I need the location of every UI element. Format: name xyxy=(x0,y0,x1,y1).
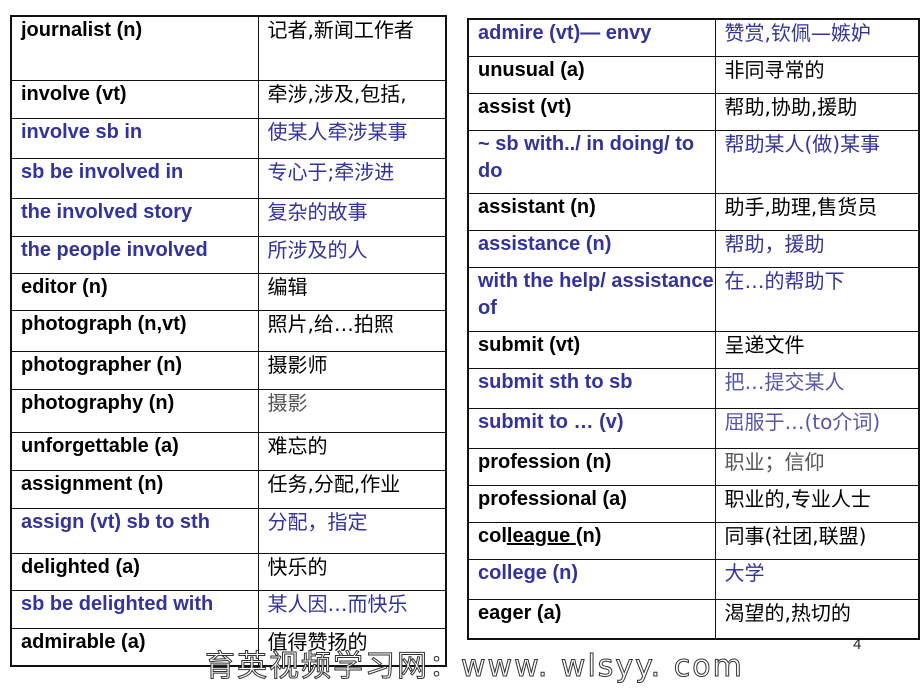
chinese-meaning: 帮助，援助 xyxy=(714,229,920,268)
table-row: eager (a) 渴望的,热切的 xyxy=(467,598,920,640)
chinese-meaning: 快乐的 xyxy=(257,552,447,591)
english-term: involve (vt) xyxy=(10,79,259,119)
english-term: sb be delighted with xyxy=(10,589,259,629)
table-row: the involved story 复杂的故事 xyxy=(10,197,447,237)
table-row: college (n) 大学 xyxy=(467,558,920,600)
table-row: involve sb in 使某人牵涉某事 xyxy=(10,117,447,159)
english-term: submit (vt) xyxy=(467,330,716,369)
chinese-meaning: 编辑 xyxy=(257,272,447,311)
table-row: submit (vt) 呈递文件 xyxy=(467,330,920,369)
table-row: assignment (n) 任务,分配,作业 xyxy=(10,469,447,509)
chinese-meaning: 摄影 xyxy=(257,388,447,433)
english-term: delighted (a) xyxy=(10,552,259,591)
table-row: sb be delighted with 某人因…而快乐 xyxy=(10,589,447,629)
english-term: assign (vt) sb to sth xyxy=(10,507,259,554)
english-term: professional (a) xyxy=(467,484,716,523)
chinese-meaning: 记者,新闻工作者 xyxy=(257,15,447,81)
vocabulary-table-right: admire (vt)— envy 赞赏,钦佩—嫉妒 unusual (a) 非同寻常… xyxy=(467,18,920,640)
page-number: 4 xyxy=(853,636,862,653)
chinese-meaning: 所涉及的人 xyxy=(257,235,447,274)
english-term: admire (vt)— envy xyxy=(467,18,716,57)
term-part: league xyxy=(506,524,576,547)
english-term: with the help/ assistance of xyxy=(467,266,716,332)
table-row: unforgettable (a) 难忘的 xyxy=(10,431,447,471)
english-term: involve sb in xyxy=(10,117,259,159)
table-row: colleague (n) 同事(社团,联盟) xyxy=(467,521,920,560)
english-term: ~ sb with../ in doing/ to do xyxy=(467,129,716,194)
table-row: journalist (n) 记者,新闻工作者 xyxy=(10,15,447,81)
chinese-meaning: 某人因…而快乐 xyxy=(257,589,447,629)
english-term: photograph (n,vt) xyxy=(10,309,259,352)
chinese-meaning: 帮助,协助,援助 xyxy=(714,92,920,131)
table-row: involve (vt) 牵涉,涉及,包括, xyxy=(10,79,447,119)
chinese-meaning: 大学 xyxy=(714,558,920,600)
table-row: assistant (n) 助手,助理,售货员 xyxy=(467,192,920,231)
table-row: assign (vt) sb to sth 分配，指定 xyxy=(10,507,447,554)
english-term: profession (n) xyxy=(467,447,716,486)
english-term: assistant (n) xyxy=(467,192,716,231)
english-term: colleague (n) xyxy=(467,521,716,560)
chinese-meaning: 赞赏,钦佩—嫉妒 xyxy=(714,18,920,57)
table-row: assist (vt) 帮助,协助,援助 xyxy=(467,92,920,131)
chinese-meaning: 帮助某人(做)某事 xyxy=(714,129,920,194)
table-row: assistance (n) 帮助，援助 xyxy=(467,229,920,268)
chinese-meaning: 呈递文件 xyxy=(714,330,920,369)
term-part: (n) xyxy=(575,524,602,547)
english-term: the involved story xyxy=(10,197,259,237)
chinese-meaning: 屈服于…(to介词) xyxy=(714,407,920,449)
english-term: photographer (n) xyxy=(10,350,259,390)
english-term: the people involved xyxy=(10,235,259,274)
chinese-meaning: 渴望的,热切的 xyxy=(714,598,920,640)
english-term: assistance (n) xyxy=(467,229,716,268)
vocabulary-table-left: journalist (n) 记者,新闻工作者 involve (vt) 牵涉,涉及,… xyxy=(10,15,447,667)
table-row: photography (n) 摄影 xyxy=(10,388,447,433)
english-term: eager (a) xyxy=(467,598,716,640)
table-row: with the help/ assistance of 在…的帮助下 xyxy=(467,266,920,332)
english-term: assignment (n) xyxy=(10,469,259,509)
table-row: the people involved 所涉及的人 xyxy=(10,235,447,274)
english-term: unusual (a) xyxy=(467,55,716,94)
table-row: profession (n) 职业；信仰 xyxy=(467,447,920,486)
english-term: sb be involved in xyxy=(10,157,259,199)
table-row: editor (n) 编辑 xyxy=(10,272,447,311)
table-row: ~ sb with../ in doing/ to do 帮助某人(做)某事 xyxy=(467,129,920,194)
term-part: col xyxy=(478,524,507,547)
english-term: assist (vt) xyxy=(467,92,716,131)
table-row: professional (a) 职业的,专业人士 xyxy=(467,484,920,523)
table-row: sb be involved in 专心于;牵涉进 xyxy=(10,157,447,199)
watermark: 育英视频学习网：www. wlsyy. com xyxy=(205,649,744,685)
english-term: college (n) xyxy=(467,558,716,600)
table-row: photograph (n,vt) 照片,给…拍照 xyxy=(10,309,447,352)
chinese-meaning: 职业的,专业人士 xyxy=(714,484,920,523)
english-term: photography (n) xyxy=(10,388,259,433)
chinese-meaning: 使某人牵涉某事 xyxy=(257,117,447,159)
english-term: editor (n) xyxy=(10,272,259,311)
table-row: submit to … (v) 屈服于…(to介词) xyxy=(467,407,920,449)
english-term: unforgettable (a) xyxy=(10,431,259,471)
table-row: delighted (a) 快乐的 xyxy=(10,552,447,591)
table-row: photographer (n) 摄影师 xyxy=(10,350,447,390)
english-term: submit to … (v) xyxy=(467,407,716,449)
chinese-meaning: 摄影师 xyxy=(257,350,447,390)
chinese-meaning: 牵涉,涉及,包括, xyxy=(257,79,447,119)
chinese-meaning: 复杂的故事 xyxy=(257,197,447,237)
chinese-meaning: 助手,助理,售货员 xyxy=(714,192,920,231)
english-term: submit sth to sb xyxy=(467,367,716,409)
chinese-meaning: 专心于;牵涉进 xyxy=(257,157,447,199)
table-row: submit sth to sb 把…提交某人 xyxy=(467,367,920,409)
chinese-meaning: 分配，指定 xyxy=(257,507,447,554)
chinese-meaning: 把…提交某人 xyxy=(714,367,920,409)
chinese-meaning: 难忘的 xyxy=(257,431,447,471)
chinese-meaning: 同事(社团,联盟) xyxy=(714,521,920,560)
chinese-meaning: 在…的帮助下 xyxy=(714,266,920,332)
chinese-meaning: 非同寻常的 xyxy=(714,55,920,94)
chinese-meaning: 任务,分配,作业 xyxy=(257,469,447,509)
chinese-meaning: 照片,给…拍照 xyxy=(257,309,447,352)
table-row: admire (vt)— envy 赞赏,钦佩—嫉妒 xyxy=(467,18,920,57)
english-term: journalist (n) xyxy=(10,15,259,81)
chinese-meaning: 职业；信仰 xyxy=(714,447,920,486)
table-row: unusual (a) 非同寻常的 xyxy=(467,55,920,94)
